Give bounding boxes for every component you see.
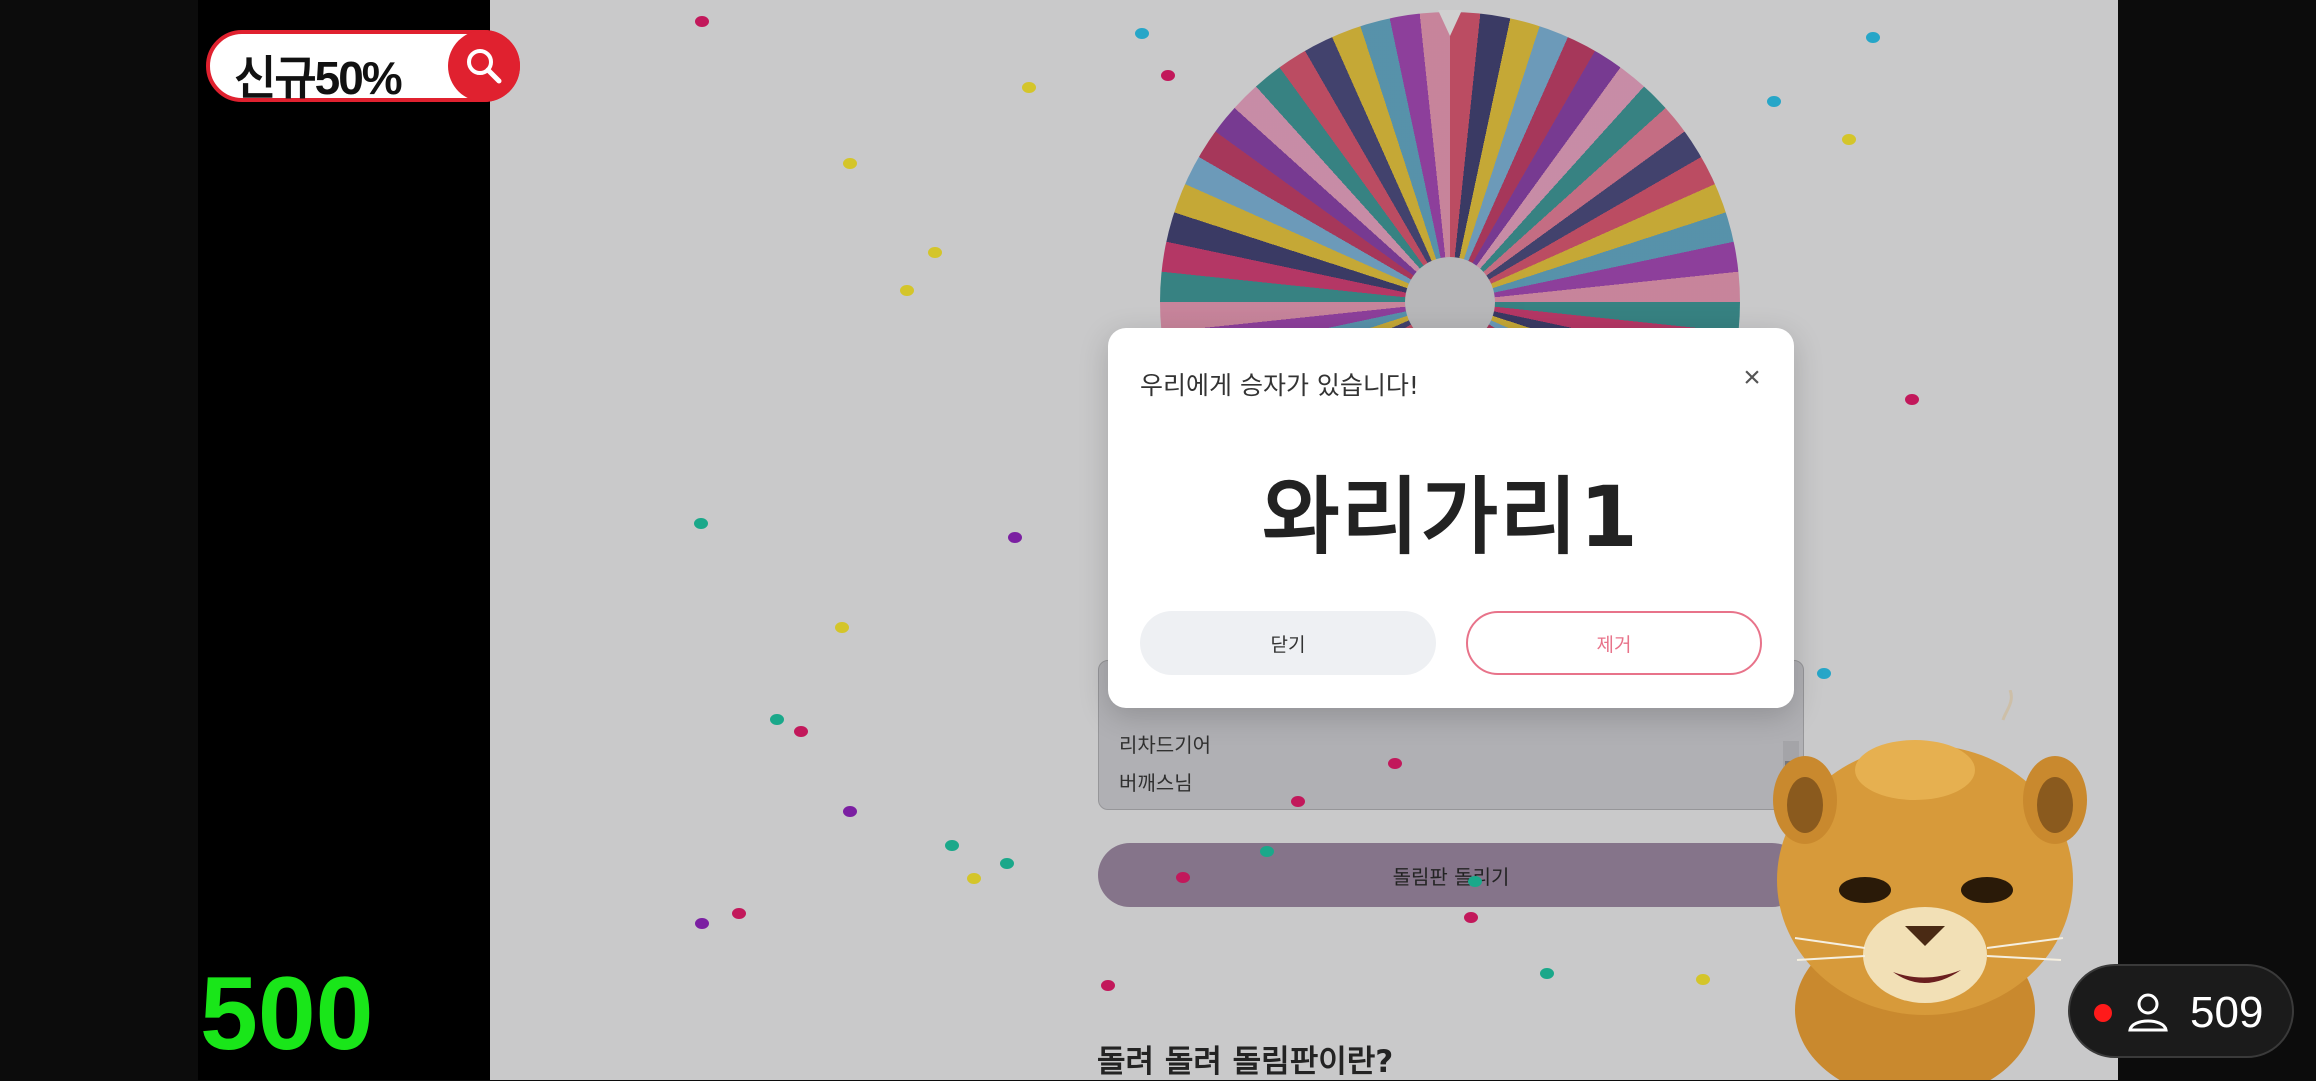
score-counter: 500 bbox=[200, 956, 374, 1072]
search-icon[interactable] bbox=[448, 30, 520, 102]
viewer-count: 509 bbox=[2190, 988, 2264, 1037]
search-banner-label: 신규50% bbox=[234, 52, 403, 104]
person-icon bbox=[2128, 993, 2168, 1032]
close-icon[interactable]: × bbox=[1732, 358, 1772, 398]
winner-dialog: 우리에게 승자가 있습니다! × 와리가리1 닫기 제거 bbox=[1108, 328, 1794, 708]
close-button[interactable]: 닫기 bbox=[1140, 611, 1436, 675]
lion-cub-mascot bbox=[1773, 690, 2087, 1080]
viewer-count-badge: 509 bbox=[2068, 964, 2294, 1058]
search-banner[interactable]: 신규50% bbox=[206, 30, 520, 104]
record-dot-icon bbox=[2094, 1004, 2112, 1022]
remove-button[interactable]: 제거 bbox=[1466, 611, 1762, 675]
winner-name: 와리가리1 bbox=[1262, 468, 1640, 566]
dialog-title: 우리에게 승자가 있습니다! bbox=[1140, 371, 1419, 400]
